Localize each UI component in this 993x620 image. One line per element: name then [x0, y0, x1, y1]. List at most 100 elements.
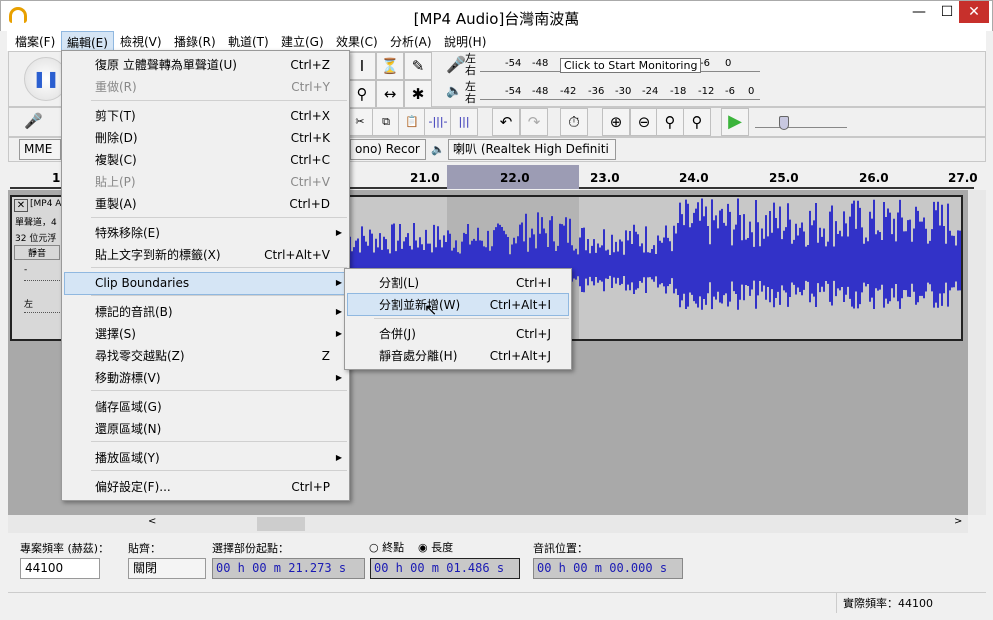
mouse-cursor-icon: ↖ — [424, 300, 438, 319]
menu-tracks[interactable]: 軌道(T) — [228, 33, 269, 50]
maximize-button[interactable]: ☐ — [932, 1, 962, 23]
menu-item-label: 分割並新增(W) — [379, 298, 461, 312]
menu-analyze[interactable]: 分析(A) — [390, 33, 432, 50]
menu-item[interactable]: 刪除(D) Ctrl+K — [95, 127, 330, 149]
menu-item-label: 選擇(S) — [95, 327, 136, 341]
zoom-tool-button[interactable]: ⚲ — [348, 80, 376, 108]
end-radio[interactable]: ○ 終點 — [369, 539, 404, 555]
scroll-thumb[interactable] — [257, 517, 305, 531]
menu-item[interactable]: 貼上文字到新的標籤(X) Ctrl+Alt+V — [95, 244, 330, 266]
menu-item-label: 分割(L) — [379, 276, 420, 290]
length-radio[interactable]: ◉ 長度 — [418, 539, 453, 555]
menu-transport[interactable]: 播錄(R) — [174, 33, 216, 50]
zoom-in-button[interactable]: ⊕ — [602, 108, 630, 136]
menu-item-shortcut: Ctrl+I — [516, 276, 551, 290]
output-device-select[interactable]: 喇叭 (Realtek High Definiti — [448, 139, 616, 160]
menu-item[interactable]: 復原 立體聲轉為單聲道(U) Ctrl+Z — [95, 54, 330, 76]
horizontal-scrollbar[interactable]: < > — [8, 515, 968, 533]
menu-item-label: 合併(J) — [379, 327, 416, 341]
menu-item[interactable]: 尋找零交越點(Z) Z — [95, 345, 330, 367]
submenu-arrow-icon: ▶ — [335, 373, 342, 382]
menu-item[interactable]: 儲存區域(G) — [95, 396, 330, 418]
input-device-select[interactable]: ono) Recor — [350, 139, 426, 160]
minimize-button[interactable]: — — [904, 1, 934, 23]
submenu-item[interactable]: 合併(J) Ctrl+J — [379, 323, 551, 345]
menu-item[interactable]: 貼上(P) Ctrl+V — [95, 171, 330, 193]
selection-length-field[interactable]: 00 h 00 m 01.486 s — [370, 558, 520, 579]
redo-button[interactable]: ↷ — [520, 108, 548, 136]
trim-outside-button[interactable]: -|||- — [424, 108, 452, 136]
play-at-speed-button[interactable]: ▶ — [721, 108, 749, 136]
silence-button[interactable]: ⧉ — [372, 108, 400, 136]
submenu-item[interactable]: 靜音處分離(H) Ctrl+Alt+J — [379, 345, 551, 367]
close-button[interactable]: ✕ — [959, 1, 989, 23]
silence-audio-button[interactable]: ||| — [450, 108, 478, 136]
audio-position-field[interactable]: 00 h 00 m 00.000 s — [533, 558, 683, 579]
menu-item-label: 剪下(T) — [95, 109, 136, 123]
playback-meter[interactable]: -54 -48 -42 -36 -30 -24 -18 -12 -6 0 — [480, 86, 760, 100]
menu-file[interactable]: 檔案(F) — [15, 33, 55, 50]
microphone-icon[interactable]: 🎤 — [446, 55, 466, 74]
menu-item-label: 重製(A) — [95, 197, 137, 211]
timeshift-tool-button[interactable]: ↔ — [376, 80, 404, 108]
menu-item-label: 還原區域(N) — [95, 422, 162, 436]
submenu-arrow-icon: ▶ — [335, 278, 342, 287]
rec-meter-label: 左 右 — [465, 52, 476, 77]
sync-lock-button[interactable]: ⏱ — [560, 108, 588, 136]
menu-separator — [91, 470, 347, 471]
track-info-format: 32 位元浮 — [15, 234, 57, 244]
multi-tool-button[interactable]: ✱ — [404, 80, 432, 108]
host-select[interactable]: MME — [19, 139, 61, 160]
paste-button[interactable]: 📋 — [398, 108, 426, 136]
menu-effect[interactable]: 效果(C) — [336, 33, 378, 50]
mute-button[interactable]: 靜音 — [14, 245, 60, 260]
submenu-item[interactable]: 分割(L) Ctrl+I — [379, 272, 551, 294]
menu-item[interactable]: 複製(C) Ctrl+C — [95, 149, 330, 171]
fit-project-button[interactable]: ⚲ — [683, 108, 711, 136]
menu-item[interactable]: 選擇(S) ▶ — [95, 323, 342, 345]
submenu-arrow-icon: ▶ — [335, 228, 342, 237]
selection-start-field[interactable]: 00 h 00 m 21.273 s — [212, 558, 365, 579]
menu-item-shortcut: Z — [321, 349, 330, 363]
play-meter-label: 左 右 — [465, 80, 476, 105]
fit-selection-button[interactable]: ⚲ — [656, 108, 684, 136]
track-name[interactable]: [MP4 A — [30, 199, 61, 209]
selection-tool-button[interactable]: I — [348, 52, 376, 80]
menu-item[interactable]: 特殊移除(E) ▶ — [95, 222, 342, 244]
menu-item[interactable]: 偏好設定(F)... Ctrl+P — [95, 476, 330, 498]
menu-item[interactable]: 重製(A) Ctrl+D — [95, 193, 330, 215]
vertical-scrollbar[interactable] — [968, 190, 986, 515]
snap-select[interactable]: 關閉 — [128, 558, 206, 579]
menu-item-label: 刪除(D) — [95, 131, 138, 145]
menu-help[interactable]: 說明(H) — [444, 33, 486, 50]
menu-view[interactable]: 檢視(V) — [120, 33, 162, 50]
submenu-arrow-icon: ▶ — [335, 329, 342, 338]
menu-item[interactable]: 剪下(T) Ctrl+X — [95, 105, 330, 127]
menu-item[interactable]: 標記的音訊(B) ▶ — [95, 301, 342, 323]
play-speed-slider[interactable] — [755, 116, 847, 130]
undo-button[interactable]: ↶ — [492, 108, 520, 136]
trim-button[interactable]: ✂ — [346, 108, 374, 136]
submenu-item[interactable]: 分割並新增(W) Ctrl+Alt+I — [379, 294, 551, 316]
menu-generate[interactable]: 建立(G) — [281, 33, 324, 50]
zoom-out-button[interactable]: ⊖ — [630, 108, 658, 136]
scroll-left-icon[interactable]: < — [148, 516, 156, 527]
menu-item-label: 特殊移除(E) — [95, 226, 160, 240]
close-track-button[interactable]: ✕ — [14, 199, 28, 212]
menu-separator — [374, 318, 569, 319]
menu-item[interactable]: Clip Boundaries ▶ — [95, 272, 342, 294]
slider-thumb[interactable] — [779, 116, 789, 130]
pan-slider[interactable] — [24, 309, 64, 313]
project-rate-select[interactable]: 44100 — [20, 558, 100, 579]
draw-tool-button[interactable]: ✎ — [404, 52, 432, 80]
scroll-right-icon[interactable]: > — [954, 516, 962, 527]
menu-item[interactable]: 還原區域(N) — [95, 418, 330, 440]
menu-item[interactable]: 播放區域(Y) ▶ — [95, 447, 342, 469]
envelope-tool-button[interactable]: ⏳ — [376, 52, 404, 80]
menu-item-shortcut: Ctrl+Alt+J — [489, 349, 551, 363]
menu-item-label: 移動游標(V) — [95, 371, 161, 385]
menu-item[interactable]: 移動游標(V) ▶ — [95, 367, 342, 389]
audio-position-label: 音訊位置： — [533, 542, 588, 555]
menu-item[interactable]: 重做(R) Ctrl+Y — [95, 76, 330, 98]
gain-slider[interactable] — [24, 277, 64, 281]
